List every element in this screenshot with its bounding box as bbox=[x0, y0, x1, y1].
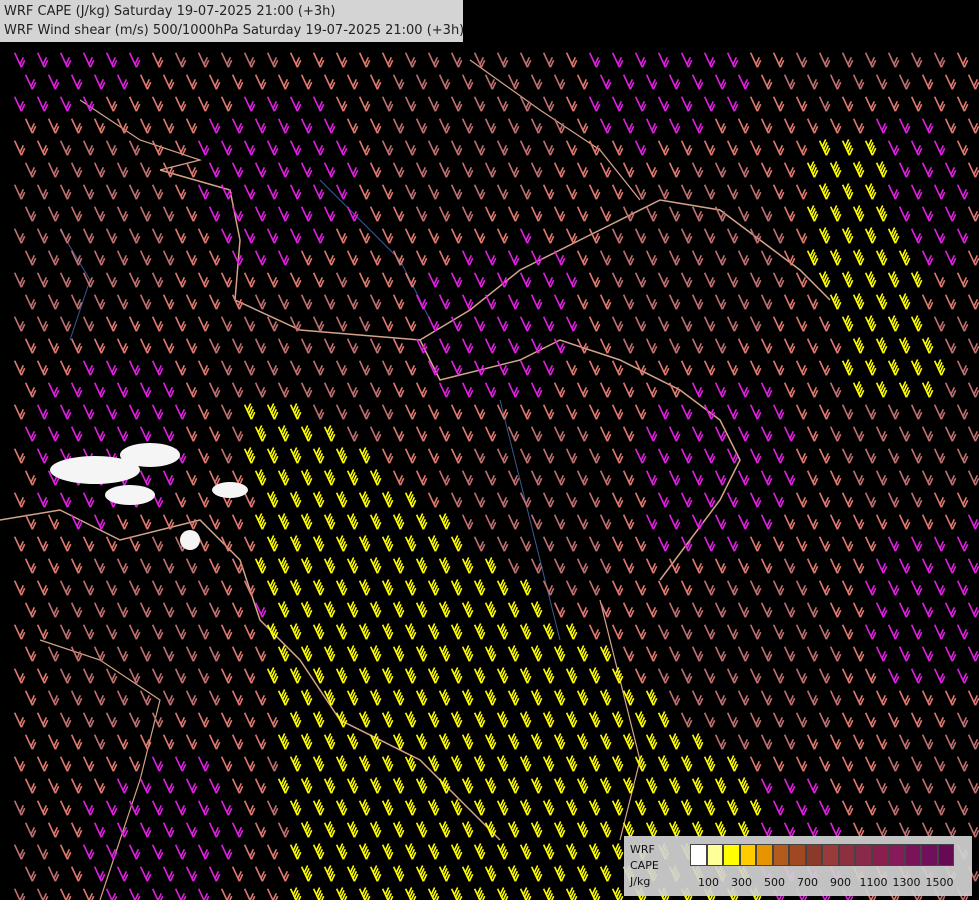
legend-swatch bbox=[871, 844, 888, 866]
wind-shear-title: WRF Wind shear (m/s) 500/1000hPa Saturda… bbox=[4, 23, 465, 38]
legend-tick-label: 500 bbox=[764, 876, 785, 889]
legend-swatch bbox=[855, 844, 872, 866]
legend-swatch bbox=[690, 844, 707, 866]
legend-swatch bbox=[739, 844, 756, 866]
legend-swatch bbox=[789, 844, 806, 866]
cape-legend: WRF CAPE J/kg 100 300 500 700 900 1100 1300 150… bbox=[624, 836, 972, 896]
legend-tick-label: 1100 bbox=[859, 876, 888, 889]
legend-swatch bbox=[921, 844, 938, 866]
cape-patch bbox=[212, 482, 248, 498]
legend-tick-label: 900 bbox=[830, 876, 851, 889]
legend-label-param: CAPE bbox=[630, 859, 659, 872]
legend-swatch bbox=[805, 844, 822, 866]
legend-label-unit: J/kg bbox=[630, 875, 651, 888]
legend-tick-label: 1500 bbox=[925, 876, 954, 889]
cape-patch bbox=[120, 443, 180, 467]
legend-swatch bbox=[822, 844, 839, 866]
cape-patch bbox=[180, 530, 200, 550]
legend-label-model: WRF bbox=[630, 843, 655, 856]
legend-tick-label: 300 bbox=[731, 876, 752, 889]
legend-swatch bbox=[772, 844, 789, 866]
legend-swatch bbox=[723, 844, 740, 866]
legend-swatch bbox=[904, 844, 921, 866]
legend-color-scale bbox=[690, 844, 954, 866]
legend-swatch bbox=[888, 844, 905, 866]
cape-patch bbox=[105, 485, 155, 505]
legend-tick-label: 700 bbox=[797, 876, 818, 889]
legend-swatch bbox=[838, 844, 855, 866]
map-title-box: WRF CAPE (J/kg) Saturday 19-07-2025 21:0… bbox=[0, 0, 465, 42]
weather-map bbox=[0, 0, 979, 900]
legend-swatch bbox=[937, 844, 954, 866]
legend-swatch bbox=[756, 844, 773, 866]
cape-title: WRF CAPE (J/kg) Saturday 19-07-2025 21:0… bbox=[4, 4, 336, 19]
legend-tick-label: 100 bbox=[698, 876, 719, 889]
legend-tick-label: 1300 bbox=[892, 876, 921, 889]
legend-swatch bbox=[706, 844, 723, 866]
